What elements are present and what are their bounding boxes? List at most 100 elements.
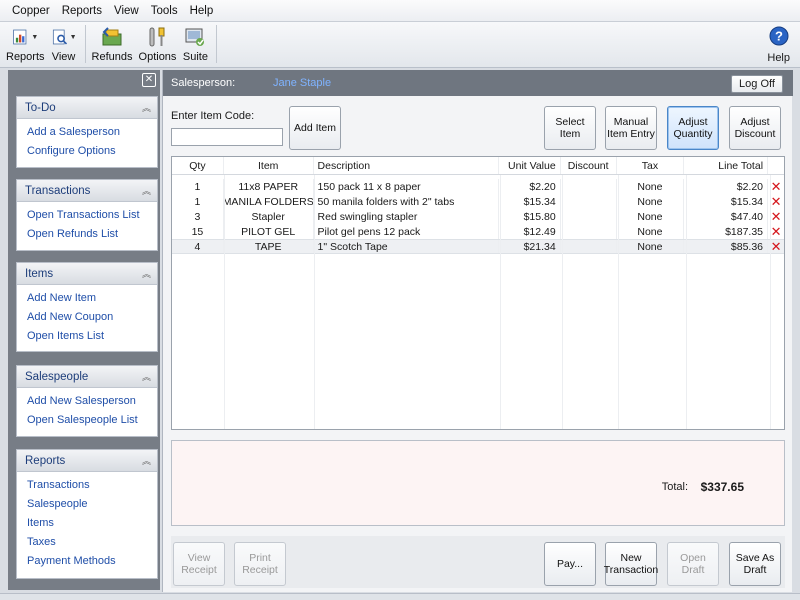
cell-unit-value: $21.34 <box>499 240 561 253</box>
cell-description: Pilot gel pens 12 pack <box>314 224 499 239</box>
col-line-total[interactable]: Line Total <box>684 157 769 174</box>
cell-qty: 15 <box>172 224 224 239</box>
report-salespeople-link[interactable]: Salespeople <box>17 495 157 514</box>
report-payment-methods-link[interactable]: Payment Methods <box>17 552 157 571</box>
table-row-selected[interactable]: 4 TAPE 1" Scotch Tape $21.34 None $85.36… <box>172 239 784 254</box>
delete-x-icon: ✕ <box>770 209 782 224</box>
cell-qty: 1 <box>172 179 224 194</box>
svg-text:?: ? <box>775 29 783 44</box>
refunds-button[interactable]: Refunds <box>92 22 133 66</box>
menu-tools[interactable]: Tools <box>145 5 184 17</box>
cell-unit-value: $15.80 <box>499 209 561 224</box>
open-items-list-link[interactable]: Open Items List <box>17 327 157 346</box>
cell-qty: 1 <box>172 194 224 209</box>
help-button[interactable]: ? Help <box>767 25 790 64</box>
cell-discount <box>561 194 617 209</box>
section-header[interactable]: Items ︽ <box>17 263 157 285</box>
table-row[interactable]: 3 Stapler Red swingling stapler $15.80 N… <box>172 209 784 224</box>
cell-tax: None <box>617 240 685 253</box>
pay-button[interactable]: Pay... <box>544 542 596 586</box>
salesperson-name: Jane Staple <box>273 77 332 89</box>
col-description[interactable]: Description <box>314 157 499 174</box>
chevron-up-icon: ︽ <box>141 372 151 382</box>
col-delete <box>768 157 784 174</box>
menu-reports[interactable]: Reports <box>56 5 108 17</box>
section-header[interactable]: Salespeople ︽ <box>17 366 157 388</box>
close-icon[interactable]: ✕ <box>142 73 156 87</box>
cell-line-total: $85.36 <box>684 240 769 253</box>
delete-x-icon: ✕ <box>770 240 782 253</box>
report-taxes-link[interactable]: Taxes <box>17 533 157 552</box>
select-item-button[interactable]: Select Item <box>544 106 596 150</box>
help-label: Help <box>767 52 790 64</box>
view-receipt-button[interactable]: View Receipt <box>173 542 225 586</box>
cell-description: 150 pack 11 x 8 paper <box>314 179 499 194</box>
cell-item: TAPE <box>224 240 314 253</box>
menu-view[interactable]: View <box>108 5 145 17</box>
add-salesperson-link[interactable]: Add a Salesperson <box>17 123 157 142</box>
report-items-link[interactable]: Items <box>17 514 157 533</box>
open-salespeople-list-link[interactable]: Open Salespeople List <box>17 411 157 430</box>
sidebar-section-transactions: Transactions ︽ Open Transactions List Ope… <box>16 179 158 251</box>
section-header[interactable]: To-Do ︽ <box>17 97 157 119</box>
sidebar: ✕ To-Do ︽ Add a Salesperson Configure Opt… <box>8 70 160 590</box>
cell-description: Red swingling stapler <box>314 209 499 224</box>
menu-copper[interactable]: Copper <box>6 5 56 17</box>
sidebar-section-items: Items ︽ Add New Item Add New Coupon Open … <box>16 262 158 352</box>
save-as-draft-button[interactable]: Save As Draft <box>729 542 781 586</box>
section-title: Reports <box>25 454 66 467</box>
section-header[interactable]: Reports ︽ <box>17 450 157 472</box>
chevron-down-icon: ▼ <box>69 33 77 41</box>
col-qty[interactable]: Qty <box>172 157 224 174</box>
log-off-button[interactable]: Log Off <box>731 75 783 93</box>
add-item-button[interactable]: Add Item <box>289 106 341 150</box>
col-discount[interactable]: Discount <box>561 157 617 174</box>
cell-description: 1" Scotch Tape <box>314 240 499 253</box>
add-new-salesperson-link[interactable]: Add New Salesperson <box>17 392 157 411</box>
chevron-up-icon: ︽ <box>141 186 151 196</box>
adjust-discount-button[interactable]: Adjust Discount <box>729 106 781 150</box>
reports-label: Reports <box>6 51 45 63</box>
column-divider <box>618 175 619 429</box>
col-unit-value[interactable]: Unit Value <box>499 157 561 174</box>
table-row[interactable]: 1 11x8 PAPER 150 pack 11 x 8 paper $2.20… <box>172 179 784 194</box>
cell-unit-value: $15.34 <box>499 194 561 209</box>
adjust-quantity-button[interactable]: Adjust Quantity <box>667 106 719 150</box>
configure-options-link[interactable]: Configure Options <box>17 142 157 161</box>
table-header: Qty Item Description Unit Value Discount… <box>172 157 784 175</box>
open-refunds-list-link[interactable]: Open Refunds List <box>17 225 157 244</box>
cell-tax: None <box>617 194 685 209</box>
cell-tax: None <box>617 224 685 239</box>
refunds-label: Refunds <box>91 51 133 63</box>
table-row[interactable]: 15 PILOT GEL Pilot gel pens 12 pack $12.… <box>172 224 784 239</box>
add-new-coupon-link[interactable]: Add New Coupon <box>17 308 157 327</box>
open-transactions-list-link[interactable]: Open Transactions List <box>17 206 157 225</box>
cell-qty: 3 <box>172 209 224 224</box>
add-new-item-link[interactable]: Add New Item <box>17 289 157 308</box>
item-code-input[interactable] <box>171 128 283 146</box>
cell-discount <box>561 240 617 253</box>
open-draft-button[interactable]: Open Draft <box>667 542 719 586</box>
menu-help[interactable]: Help <box>184 5 220 17</box>
reports-button[interactable]: ▼ Reports <box>6 22 45 66</box>
view-button[interactable]: ▼ View <box>51 22 77 66</box>
chevron-up-icon: ︽ <box>141 103 151 113</box>
col-tax[interactable]: Tax <box>617 157 685 174</box>
column-divider <box>686 175 687 429</box>
section-header[interactable]: Transactions ︽ <box>17 180 157 202</box>
print-receipt-button[interactable]: Print Receipt <box>234 542 286 586</box>
sidebar-section-todo: To-Do ︽ Add a Salesperson Configure Optio… <box>16 96 158 168</box>
options-button[interactable]: Options <box>139 22 176 66</box>
col-item[interactable]: Item <box>224 157 314 174</box>
suite-button[interactable]: Suite <box>182 22 208 66</box>
manual-item-entry-button[interactable]: Manual Item Entry <box>605 106 657 150</box>
cell-line-total: $47.40 <box>684 209 769 224</box>
new-transaction-button[interactable]: New Transaction <box>604 542 658 586</box>
cell-discount <box>561 224 617 239</box>
column-divider <box>500 175 501 429</box>
menu-bar: Copper Reports View Tools Help <box>0 0 800 22</box>
report-transactions-link[interactable]: Transactions <box>17 476 157 495</box>
table-row[interactable]: 1 MANILA FOLDERS 50 manila folders with … <box>172 194 784 209</box>
items-table: Qty Item Description Unit Value Discount… <box>171 156 785 430</box>
cell-description: 50 manila folders with 2" tabs <box>314 194 499 209</box>
